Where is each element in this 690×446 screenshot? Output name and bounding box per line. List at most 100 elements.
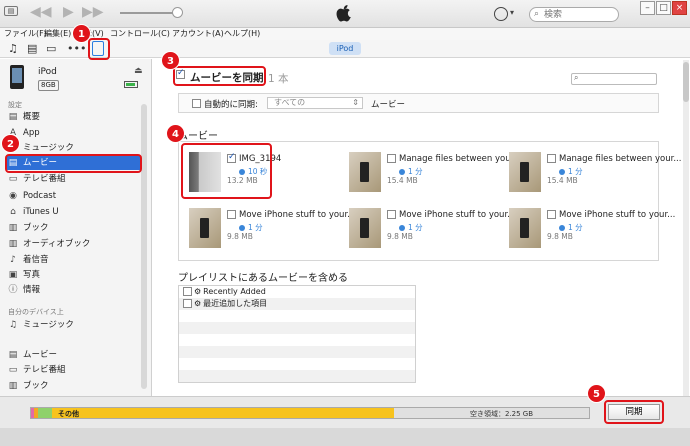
sidebar-scrollbar[interactable] [141,104,147,389]
auto-sync-label: 自動的に同期: [204,100,258,110]
highlight-selected-movie [181,143,272,199]
menu-edit[interactable]: 編集(E) [44,28,71,40]
highlight-sync-checkbox [173,66,266,86]
movie-thumbnail [349,152,381,192]
volume-slider[interactable] [120,12,178,14]
eject-icon[interactable]: ⏏ [134,66,143,76]
unwatched-dot-icon [239,225,245,231]
sidebar: iPod ⏏ 8GB 設定 ▤概要 AApp ♫ミュージック ▤ムービー ▭テレ… [0,59,152,396]
device-item-books[interactable]: ▥ ブック [6,379,142,393]
movie-checkbox[interactable] [387,154,396,163]
info-icon: ⓘ [8,285,18,295]
sidebar-item-itunes-u[interactable]: ⌂ iTunes U [6,205,142,219]
sidebar-item-summary[interactable]: ▤ 概要 [6,110,142,124]
movie-checkbox[interactable] [227,210,236,219]
photo-icon: ▣ [8,270,18,280]
unwatched-dot-icon [399,169,405,175]
settings-heading: 設定 [8,101,22,109]
menu-controls[interactable]: コントロール(C) [110,28,170,40]
device-capacity: 8GB [38,80,59,91]
capacity-other-label: その他 [58,410,79,418]
playlist-empty-row [179,334,415,346]
playlist-empty-row [179,346,415,358]
movie-checkbox[interactable] [547,154,556,163]
step-badge: 2 [1,134,20,153]
highlight-sync-button [604,400,664,424]
book-icon: ▥ [8,381,18,391]
device-item-movies[interactable]: ▤ ムービー [6,348,142,362]
sidebar-item-audiobooks[interactable]: ▥ オーディオブック [6,237,142,251]
movie-item[interactable]: Manage files between your... 1 分 15.4 MB [503,146,681,202]
movie-checkbox[interactable] [387,210,396,219]
smart-playlist-gear-icon: ⚙ [194,287,202,296]
previous-icon[interactable]: ◀◀ [30,4,52,20]
movie-thumbnail [189,208,221,248]
play-icon[interactable]: ▶ [63,4,74,20]
audiobook-icon: ▥ [8,239,18,249]
sidebar-item-music[interactable]: ♫ミュージック [6,141,142,155]
maximize-icon[interactable]: □ [656,1,671,15]
movie-thumbnail [509,152,541,192]
status-bar [0,428,690,446]
sidebar-item-books[interactable]: ▥ ブック [6,221,142,235]
tv-icon: ▭ [8,365,18,375]
ringtone-icon: ♪ [10,255,16,265]
tv-icon[interactable]: ▭ [46,42,56,55]
sidebar-item-photos[interactable]: ▣ 写真 [6,268,142,282]
unwatched-dot-icon [559,225,565,231]
playlist-heading: プレイリストにあるムービーを含める [178,273,348,284]
auto-sync-suffix: ムービー [371,100,406,110]
chevron-down-icon[interactable]: ▾ [510,8,514,17]
next-icon[interactable]: ▶▶ [82,4,104,20]
main-scrollbar[interactable] [683,60,689,396]
minimize-icon[interactable]: – [640,1,655,15]
playlist-empty-row [179,310,415,322]
step-badge: 4 [166,124,185,143]
movie-item[interactable]: Manage files between your... 1 分 15.4 MB [343,146,521,202]
apple-logo-icon [336,5,351,22]
playlist-empty-row [179,358,415,370]
playlist-list: ⚙ Recently Added ⚙ 最近追加した項目 [178,285,416,383]
sidebar-item-ringtones[interactable]: ♪ 着信音 [6,253,142,267]
playlist-item[interactable]: ⚙ Recently Added [179,286,415,298]
movie-search-field[interactable]: ⌕ [571,73,657,85]
search-input[interactable] [544,9,614,20]
menu-account[interactable]: アカウント(A) [172,28,224,40]
highlight-movies-item [5,154,142,173]
movie-item[interactable]: Move iPhone stuff to your... 1 分 9.8 MB [503,202,675,258]
device-item-music[interactable]: ♫ ミュージック [6,318,142,332]
sidebar-item-tv[interactable]: ▭ テレビ番組 [6,172,142,186]
playlist-item[interactable]: ⚙ 最近追加した項目 [179,298,415,310]
step-badge: 3 [161,51,180,70]
account-icon[interactable] [494,7,508,21]
auto-sync-select[interactable]: すべての ⇕ [267,97,363,109]
sync-count: 1 本 [268,73,289,85]
chevron-updown-icon: ⇕ [352,98,359,107]
volume-knob[interactable] [172,7,183,18]
device-item-tv[interactable]: ▭ テレビ番組 [6,363,142,377]
auto-sync-checkbox[interactable] [192,99,201,108]
movie-checkbox[interactable] [547,210,556,219]
more-icon[interactable]: ••• [67,42,86,55]
playlist-checkbox[interactable] [183,287,192,296]
movie-item[interactable]: Move iPhone stuff to your... 1 分 9.8 MB [183,202,355,258]
playlist-checkbox[interactable] [183,299,192,308]
movie-icon[interactable]: ▤ [27,42,37,55]
battery-icon [124,81,138,88]
movie-item[interactable]: Move iPhone stuff to your... 1 分 9.8 MB [343,202,515,258]
playlist-empty-row [179,322,415,334]
device-pill[interactable]: iPod [329,42,361,55]
menu-help[interactable]: ヘルプ(H) [224,28,260,40]
search-box[interactable]: ⌕ [529,7,619,22]
sidebar-item-podcast[interactable]: ◉ Podcast [6,189,142,203]
close-icon[interactable]: × [672,1,687,15]
menu-file[interactable]: ファイル(F) [4,28,47,40]
sidebar-item-info[interactable]: ⓘ 情報 [6,283,142,297]
music-icon[interactable]: ♫ [8,42,18,55]
capacity-segment [37,408,53,418]
main-scrollbar-thumb[interactable] [683,62,689,102]
window-menu-icon[interactable]: ▤ [4,6,18,16]
sidebar-item-app[interactable]: A App [6,126,142,140]
title-bar: ▤ ◀◀ ▶ ▶▶ ▾ ⌕ – □ × [0,0,690,28]
capacity-segment [52,408,394,418]
